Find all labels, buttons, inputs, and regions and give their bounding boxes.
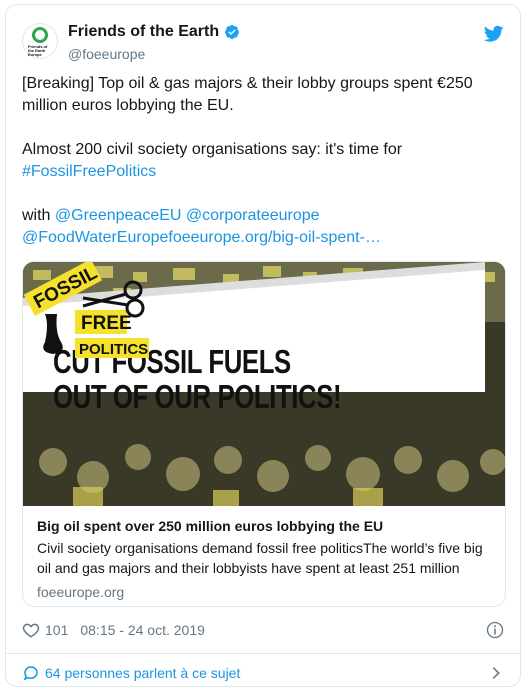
link-card-title[interactable]: Big oil spent over 250 million euros lob… <box>37 516 491 536</box>
with-label: with <box>22 207 55 224</box>
heart-icon[interactable] <box>22 621 40 639</box>
headline-line-2: OUT OF OUR POLITICS! <box>53 378 342 415</box>
author-name[interactable]: Friends of the Earth <box>68 23 219 41</box>
verified-badge-icon <box>225 25 240 39</box>
author-name-row: Friends of the Earth <box>68 23 240 41</box>
like-count[interactable]: 101 <box>45 622 68 638</box>
tweet-paragraph-1: [Breaking] Top oil & gas majors & their … <box>22 73 506 117</box>
conversation-link[interactable]: 64 personnes parlent à ce sujet <box>22 661 504 685</box>
tweet-meta: 101 08:15 - 24 oct. 2019 <box>22 619 504 641</box>
tweet-text: [Breaking] Top oil & gas majors & their … <box>22 73 506 271</box>
footer-divider <box>6 653 520 654</box>
mention-corporateeurope-link[interactable]: @corporateeurope <box>186 207 320 224</box>
tweet-line-2: Almost 200 civil society organisations s… <box>22 141 403 158</box>
link-card-info[interactable]: Big oil spent over 250 million euros lob… <box>23 506 505 606</box>
conversation-label[interactable]: 64 personnes parlent à ce sujet <box>45 665 240 681</box>
mention-foodwater-url-link[interactable]: @FoodWaterEuropefoeeurope.org/big-oil-sp… <box>22 229 381 246</box>
info-icon[interactable] <box>486 621 504 639</box>
tweet-paragraph-2: Almost 200 civil society organisations s… <box>22 139 506 183</box>
oil-drop-icon <box>43 314 63 354</box>
tweet-card: Friends of the Earth Europe Friends of t… <box>5 4 521 687</box>
avatar-text: Friends of the Earth Europe <box>28 44 48 57</box>
link-card-domain: foeeurope.org <box>37 584 125 600</box>
author-handle[interactable]: @foeeurope <box>68 46 145 62</box>
tweet-paragraph-3: with @GreenpeaceEU @corporateeurope @Food… <box>22 205 506 249</box>
avatar[interactable]: Friends of the Earth Europe <box>22 23 58 59</box>
chevron-right-icon[interactable] <box>488 665 504 681</box>
timestamp[interactable]: 08:15 - 24 oct. 2019 <box>80 622 205 638</box>
tweet-header: Friends of the Earth Europe Friends of t… <box>22 19 504 67</box>
fossil-free-politics-badge: FOSSIL FREE POLITICS <box>23 262 149 358</box>
preview-image[interactable]: CUT FOSSIL FUELS OUT OF OUR POLITICS! FO… <box>23 262 505 506</box>
logo-ring-icon <box>32 27 48 43</box>
twitter-bird-icon[interactable] <box>484 25 504 43</box>
badge-word-politics: POLITICS <box>79 341 148 358</box>
link-card-description: Civil society organisations demand fossi… <box>37 540 483 576</box>
tweet-line-1: [Breaking] Top oil & gas majors & their … <box>22 75 473 114</box>
mention-greenpeace-link[interactable]: @GreenpeaceEU <box>55 207 182 224</box>
hashtag-link[interactable]: #FossilFreePolitics <box>22 163 156 180</box>
badge-word-free: FREE <box>81 313 132 334</box>
link-preview-card[interactable]: CUT FOSSIL FUELS OUT OF OUR POLITICS! FO… <box>22 261 506 607</box>
speech-bubble-icon <box>23 666 38 681</box>
